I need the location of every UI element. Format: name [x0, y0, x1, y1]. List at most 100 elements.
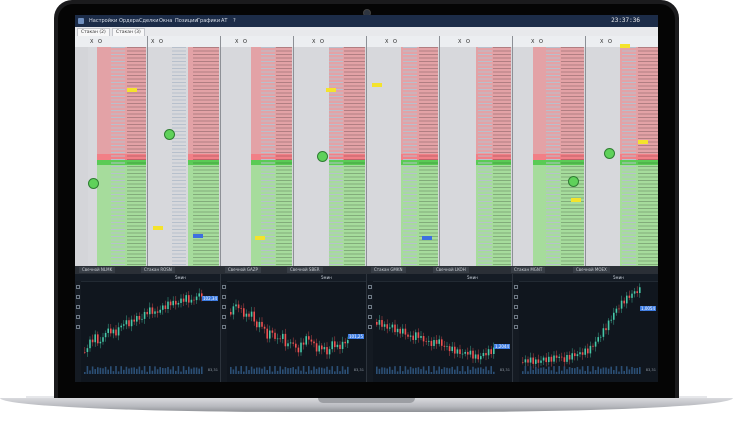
- chart-panel[interactable]: 5мин 1,0054 83,31: [513, 274, 658, 382]
- chart-tab[interactable]: Свечной NLMK: [79, 267, 116, 273]
- ladder-options-button[interactable]: O: [466, 39, 470, 45]
- order-marker[interactable]: [326, 88, 336, 92]
- cancel-orders-button[interactable]: X: [600, 39, 603, 45]
- text-icon[interactable]: [368, 315, 372, 319]
- timeframe-selector[interactable]: 5мин: [613, 274, 624, 281]
- order-ladder[interactable]: X O: [586, 36, 658, 272]
- chart-tab[interactable]: Стакан MGNT: [511, 267, 546, 273]
- order-marker[interactable]: [255, 236, 265, 240]
- order-ladder[interactable]: X O: [148, 36, 221, 272]
- order-ladder[interactable]: X O: [221, 36, 294, 272]
- candle-body: [623, 300, 625, 304]
- fib-icon[interactable]: [514, 305, 518, 309]
- menu-help[interactable]: ?: [233, 15, 236, 27]
- order-marker[interactable]: [620, 44, 630, 48]
- trendline-icon[interactable]: [368, 295, 372, 299]
- order-marker[interactable]: [193, 234, 203, 238]
- fib-icon[interactable]: [76, 305, 80, 309]
- ladder-options-button[interactable]: O: [393, 39, 397, 45]
- chart-panel[interactable]: 5мин 102,34 83,31: [75, 274, 221, 382]
- volume-column[interactable]: [638, 47, 658, 272]
- order-marker[interactable]: [127, 88, 137, 92]
- volume-bar: [130, 367, 133, 374]
- ladder-options-button[interactable]: O: [159, 39, 163, 45]
- menu-positions[interactable]: Позиции: [175, 15, 198, 27]
- price-chart[interactable]: [374, 282, 496, 374]
- measure-icon[interactable]: [514, 325, 518, 329]
- order-marker[interactable]: [422, 236, 432, 240]
- chart-tab[interactable]: Стакан ROSN: [141, 267, 175, 273]
- chart-tab[interactable]: Стакан GMKN: [371, 267, 406, 273]
- ladder-options-button[interactable]: O: [320, 39, 324, 45]
- timeframe-selector[interactable]: 5мин: [467, 274, 478, 281]
- fib-icon[interactable]: [222, 305, 226, 309]
- timeframe-selector[interactable]: 5мин: [321, 274, 332, 281]
- crosshair-icon[interactable]: [368, 285, 372, 289]
- order-ladder[interactable]: X O: [440, 36, 513, 272]
- volume-bar: [175, 370, 177, 374]
- menu-settings[interactable]: Настройки: [89, 15, 117, 27]
- text-icon[interactable]: [76, 315, 80, 319]
- volume-column[interactable]: [561, 47, 584, 272]
- price-column[interactable]: [329, 47, 343, 272]
- ladder-options-button[interactable]: O: [243, 39, 247, 45]
- price-column[interactable]: [622, 47, 636, 272]
- measure-icon[interactable]: [368, 325, 372, 329]
- measure-icon[interactable]: [76, 325, 80, 329]
- chart-tab[interactable]: Свечной SBER: [287, 267, 323, 273]
- chart-tab[interactable]: Свечной LKOH: [433, 267, 469, 273]
- volume-column[interactable]: [344, 47, 365, 272]
- order-ladder[interactable]: X O: [75, 36, 148, 272]
- price-chart[interactable]: [82, 282, 204, 374]
- menu-orders[interactable]: Ордера: [119, 15, 139, 27]
- ladder-options-button[interactable]: O: [539, 39, 543, 45]
- crosshair-icon[interactable]: [76, 285, 80, 289]
- trendline-icon[interactable]: [514, 295, 518, 299]
- order-ladder[interactable]: X O: [294, 36, 367, 272]
- price-column[interactable]: [111, 47, 125, 272]
- cancel-orders-button[interactable]: X: [312, 39, 315, 45]
- price-column[interactable]: [172, 47, 186, 272]
- chart-panel[interactable]: 5мин 1,2044 83,31: [367, 274, 513, 382]
- cancel-orders-button[interactable]: X: [90, 39, 93, 45]
- crosshair-icon[interactable]: [514, 285, 518, 289]
- price-column[interactable]: [546, 47, 560, 272]
- volume-bar: [631, 366, 633, 374]
- cancel-orders-button[interactable]: X: [151, 39, 154, 45]
- chart-tab[interactable]: Свечной GAZP: [225, 267, 261, 273]
- menu-at[interactable]: АТ: [221, 15, 227, 27]
- timeframe-selector[interactable]: 5мин: [175, 274, 186, 281]
- cancel-orders-button[interactable]: X: [385, 39, 388, 45]
- crosshair-icon[interactable]: [222, 285, 226, 289]
- price-chart[interactable]: [520, 282, 642, 374]
- order-marker[interactable]: [571, 198, 581, 202]
- order-marker[interactable]: [153, 226, 163, 230]
- volume-column[interactable]: [493, 47, 511, 272]
- trendline-icon[interactable]: [76, 295, 80, 299]
- order-ladder[interactable]: X O: [513, 36, 586, 272]
- price-column[interactable]: [403, 47, 417, 272]
- ladder-options-button[interactable]: O: [98, 39, 102, 45]
- ladder-options-button[interactable]: O: [608, 39, 612, 45]
- cancel-orders-button[interactable]: X: [458, 39, 461, 45]
- price-chart[interactable]: [228, 282, 350, 374]
- text-icon[interactable]: [514, 315, 518, 319]
- chart-panel[interactable]: 5мин 101,25 83,31: [221, 274, 367, 382]
- price-column[interactable]: [478, 47, 492, 272]
- chart-tab[interactable]: Свечной MOEX: [573, 267, 610, 273]
- order-ladder[interactable]: X O: [367, 36, 440, 272]
- menu-trades[interactable]: Сделки: [139, 15, 159, 27]
- fib-icon[interactable]: [368, 305, 372, 309]
- cancel-orders-button[interactable]: X: [531, 39, 534, 45]
- cancel-orders-button[interactable]: X: [235, 39, 238, 45]
- order-marker[interactable]: [638, 140, 648, 144]
- trendline-icon[interactable]: [222, 295, 226, 299]
- order-marker[interactable]: [372, 83, 382, 87]
- menu-charts[interactable]: Графики: [197, 15, 220, 27]
- measure-icon[interactable]: [222, 325, 226, 329]
- text-icon[interactable]: [222, 315, 226, 319]
- menu-windows[interactable]: Окна: [159, 15, 172, 27]
- volume-column[interactable]: [193, 47, 219, 272]
- volume-column[interactable]: [276, 47, 292, 272]
- volume-column[interactable]: [127, 47, 146, 272]
